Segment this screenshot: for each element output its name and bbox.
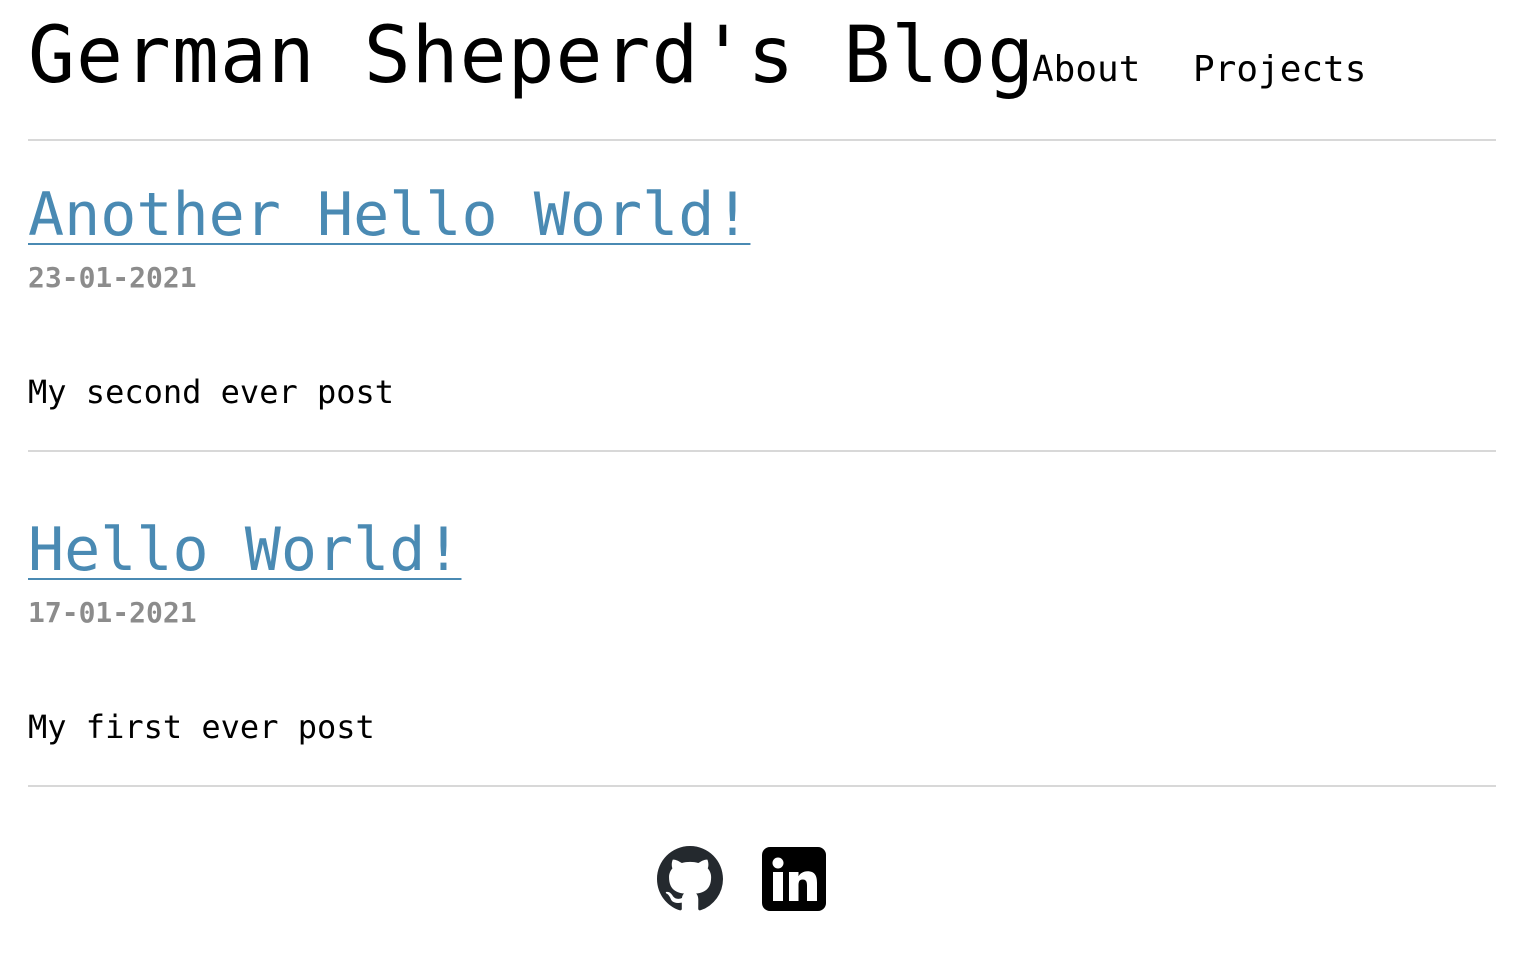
- linkedin-icon: [762, 847, 826, 911]
- header-divider: [28, 139, 1496, 141]
- footer-divider: [28, 785, 1496, 787]
- post-title-link[interactable]: Another Hello World!: [28, 180, 750, 250]
- nav-projects-link[interactable]: Projects: [1193, 48, 1366, 92]
- post-excerpt: My first ever post: [28, 708, 375, 746]
- github-link[interactable]: [657, 846, 723, 912]
- github-icon: [657, 846, 723, 911]
- post-date: 23-01-2021: [28, 261, 197, 294]
- site-header: German Sheperd's Blog About Projects: [28, 0, 1496, 140]
- post-date: 17-01-2021: [28, 596, 197, 629]
- site-title[interactable]: German Sheperd's Blog: [28, 10, 1035, 102]
- linkedin-link[interactable]: [761, 846, 827, 912]
- post-title-link[interactable]: Hello World!: [28, 515, 461, 585]
- blog-page: German Sheperd's Blog About Projects Ano…: [0, 0, 1520, 960]
- nav-about-link[interactable]: About: [1032, 48, 1140, 92]
- post-divider: [28, 450, 1496, 452]
- post-excerpt: My second ever post: [28, 373, 395, 411]
